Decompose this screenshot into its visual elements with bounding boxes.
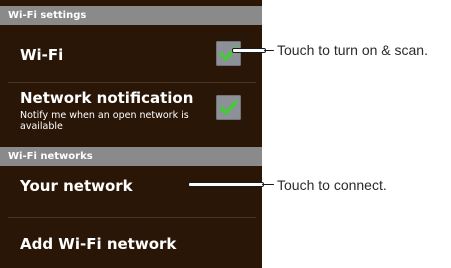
network-notification-summary: Notify me when an open network is availa… <box>20 110 189 132</box>
your-network-label: Your network <box>20 177 133 195</box>
wifi-checkbox[interactable] <box>216 41 241 66</box>
callout-text-connect: Touch to connect. <box>277 177 387 193</box>
callout-line-scan <box>232 48 266 53</box>
network-notification-label: Network notification <box>20 89 194 107</box>
check-icon <box>219 100 238 115</box>
callout-text-scan: Touch to turn on & scan. <box>277 42 428 58</box>
add-wifi-network-row[interactable]: Add Wi-Fi network <box>0 218 262 268</box>
wifi-settings-screen: Wi-Fi settings Wi-Fi Network notificatio… <box>0 0 262 268</box>
your-network-row[interactable]: Your network <box>0 166 262 216</box>
section-header-wifi-networks: Wi-Fi networks <box>0 147 262 166</box>
callout-line-scan-tail <box>264 50 274 51</box>
callout-line-connect <box>188 182 264 187</box>
network-notification-row[interactable]: Network notification Notify me when an o… <box>0 83 262 147</box>
network-notification-checkbox[interactable] <box>216 95 241 120</box>
add-wifi-network-label: Add Wi-Fi network <box>20 235 177 253</box>
wifi-toggle-row[interactable]: Wi-Fi <box>0 25 262 81</box>
wifi-label: Wi-Fi <box>20 46 64 64</box>
callout-line-connect-tail <box>262 184 274 185</box>
section-header-wifi-settings: Wi-Fi settings <box>0 6 262 25</box>
